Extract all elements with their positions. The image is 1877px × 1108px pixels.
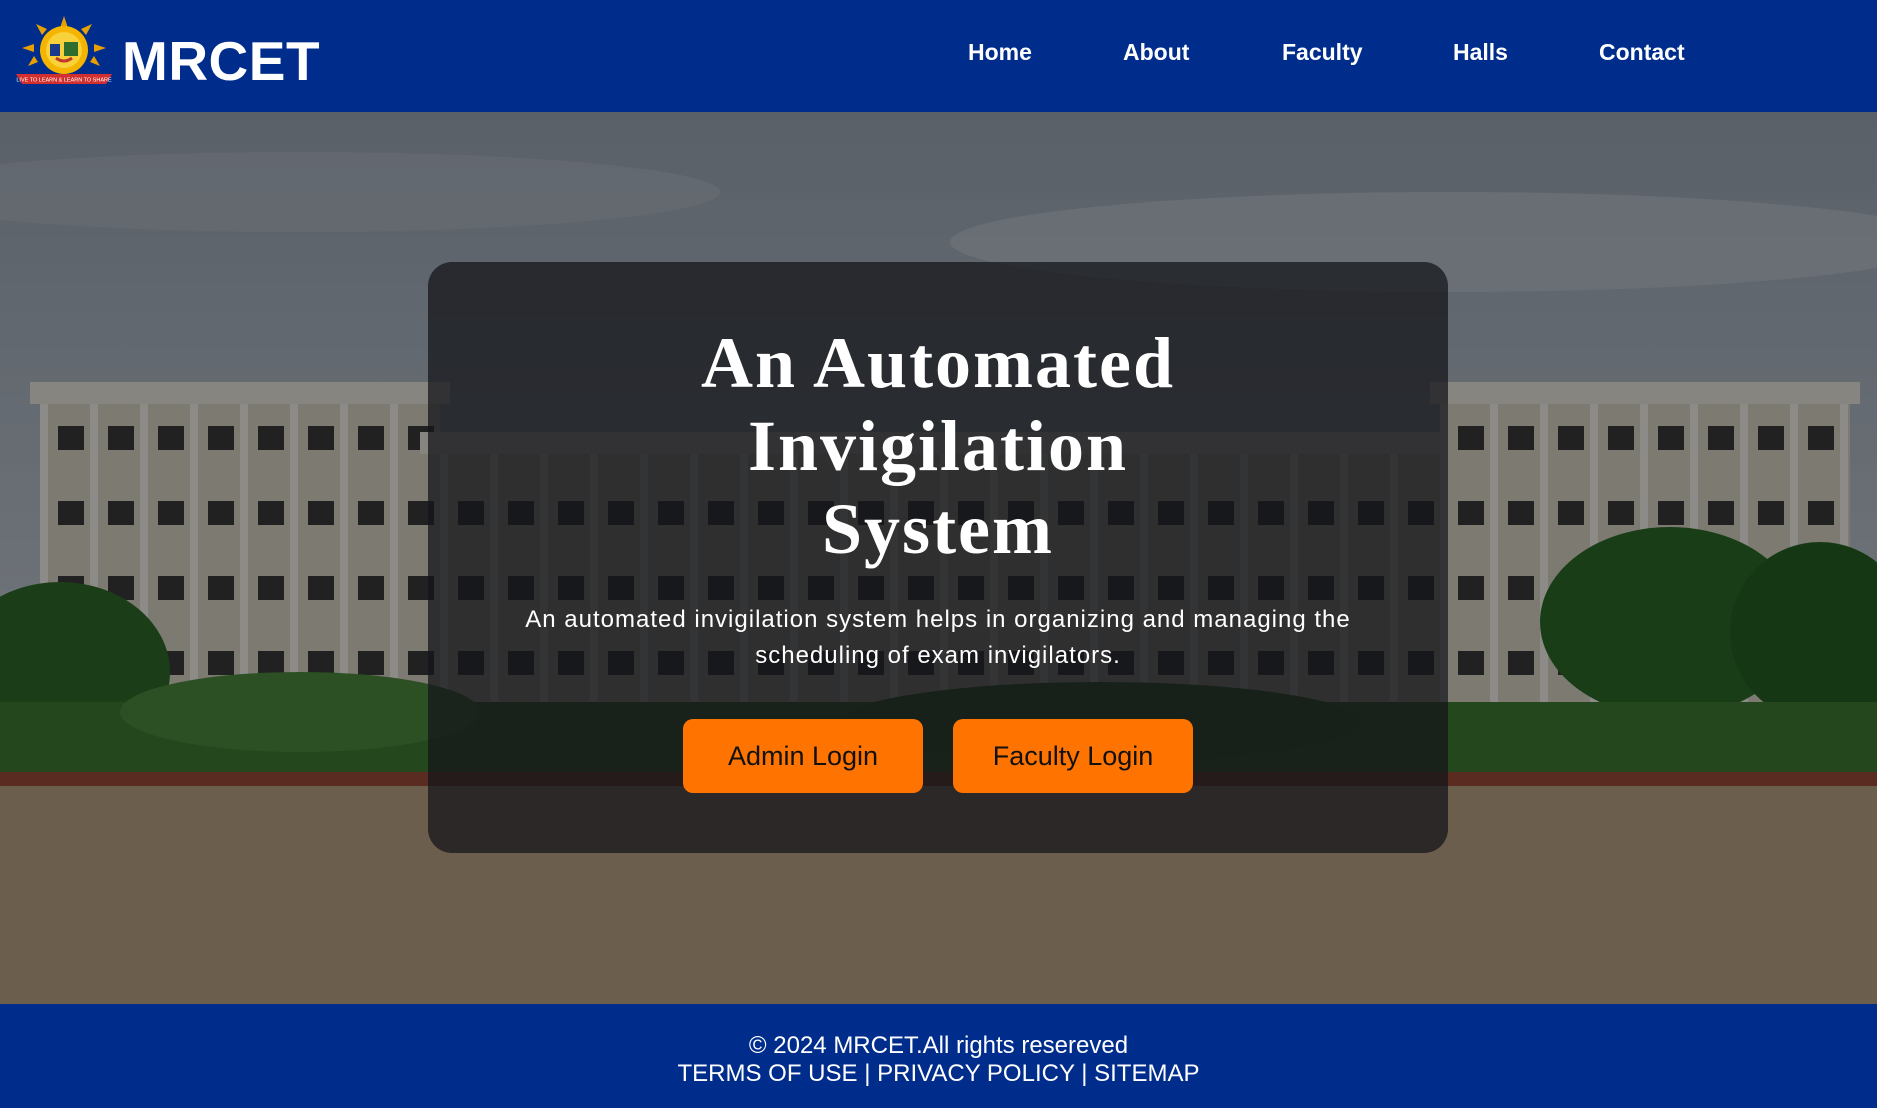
footer-separator: | [1074,1060,1095,1087]
hero-title-line-1: An Automated [700,323,1176,403]
main-nav: Home About Faculty Halls Contact [0,36,1877,68]
hero-title-line-2: Invigilation [747,406,1129,486]
site-footer: © 2024 MRCET.All rights resereved TERMS … [0,1004,1877,1108]
logo-motto-text: LIVE TO LEARN & LEARN TO SHARE [16,78,112,84]
sitemap-link[interactable]: SITEMAP [1094,1060,1199,1087]
terms-of-use-link[interactable]: TERMS OF USE [678,1060,858,1087]
hero-description: An automated invigilation system helps i… [525,606,1351,669]
privacy-policy-link[interactable]: PRIVACY POLICY [877,1060,1074,1087]
nav-about[interactable]: About [1123,36,1189,68]
hero-title-line-3: System [822,489,1054,569]
site-header: LIVE TO LEARN & LEARN TO SHARE MRCET Hom… [0,0,1877,112]
copyright-text: © 2024 MRCET.All rights resereved [748,1032,1129,1059]
hero-title: An Automated Invigilation System [428,322,1448,571]
nav-faculty[interactable]: Faculty [1282,36,1363,68]
hero-section: An Automated Invigilation System An auto… [0,112,1877,1004]
admin-login-button[interactable]: Admin Login [683,719,923,793]
nav-halls[interactable]: Halls [1453,36,1508,68]
nav-contact[interactable]: Contact [1599,36,1685,68]
footer-links: TERMS OF USE | PRIVACY POLICY | SITEMAP [0,1060,1877,1088]
nav-home[interactable]: Home [968,36,1032,68]
hero-card: An Automated Invigilation System An auto… [428,262,1448,853]
footer-separator: | [857,1060,878,1087]
faculty-login-button[interactable]: Faculty Login [953,719,1193,793]
